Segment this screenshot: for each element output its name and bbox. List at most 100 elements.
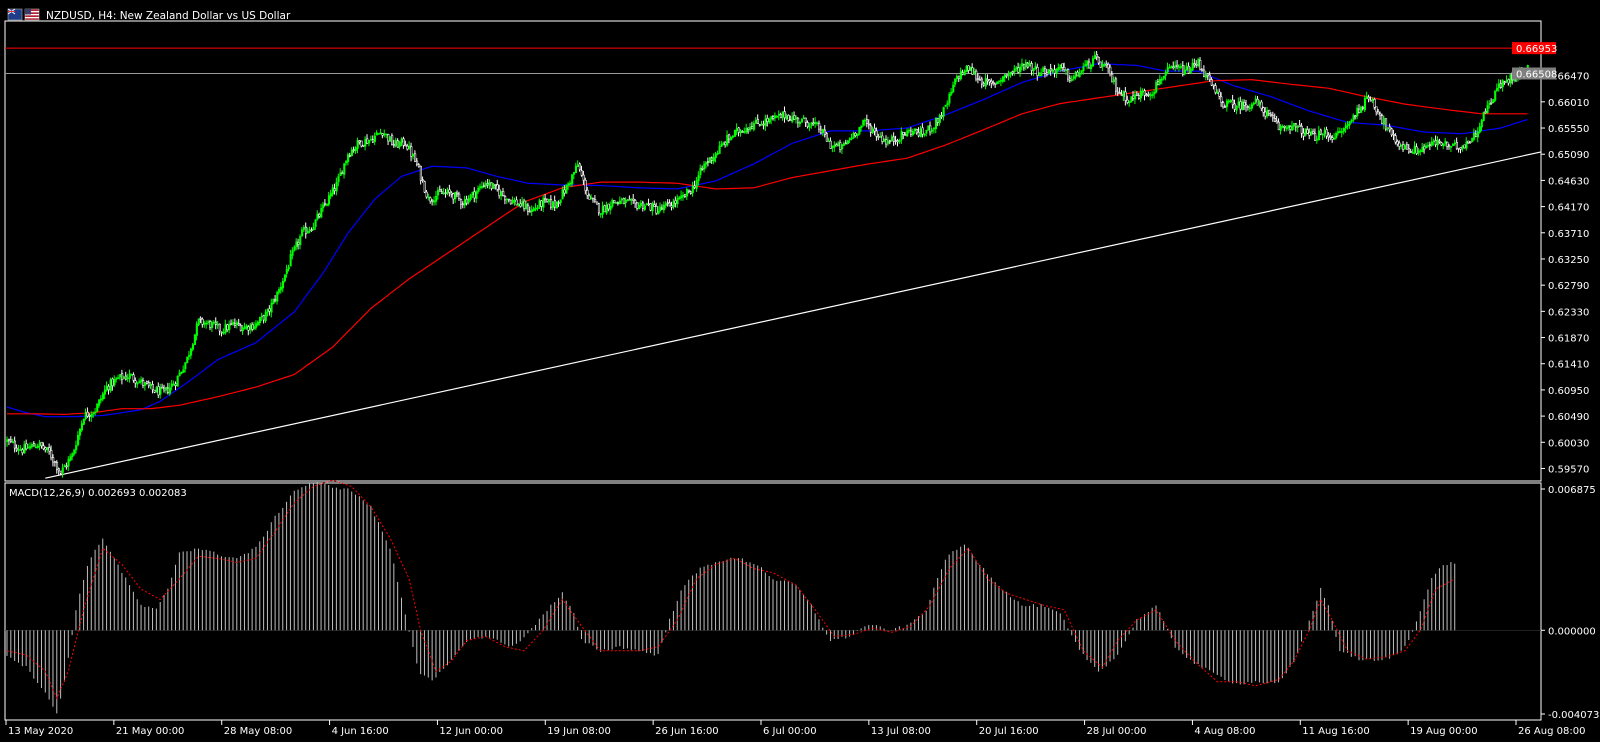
candle-body <box>777 113 781 116</box>
candle-body <box>569 182 572 185</box>
candle[interactable] <box>109 377 112 393</box>
candle[interactable] <box>846 140 849 145</box>
candle[interactable] <box>649 203 652 212</box>
candle[interactable] <box>176 375 179 387</box>
candle[interactable] <box>197 318 200 326</box>
candle-body <box>90 413 93 418</box>
candle-body <box>1193 63 1196 66</box>
candle-body <box>191 344 195 350</box>
candle-body <box>1327 134 1330 138</box>
candle-body <box>913 128 917 132</box>
candle-body <box>787 114 790 121</box>
candle[interactable] <box>1471 137 1474 143</box>
candle-body <box>1224 106 1227 108</box>
candle-body <box>814 121 817 124</box>
candle[interactable] <box>1130 96 1133 103</box>
candle-body <box>952 84 955 93</box>
candle-body <box>410 146 413 157</box>
candle[interactable] <box>622 197 625 205</box>
candle-body <box>52 457 55 463</box>
candle-body <box>663 204 666 211</box>
candle-body <box>1436 139 1439 146</box>
candle-body <box>1459 147 1462 150</box>
candle[interactable] <box>1494 89 1497 102</box>
candle[interactable] <box>603 204 606 213</box>
candle-body <box>184 362 187 370</box>
candle-body <box>1044 68 1047 74</box>
candle-body <box>940 115 943 118</box>
candle[interactable] <box>730 136 733 141</box>
candle[interactable] <box>733 129 737 137</box>
candle-body <box>1291 125 1294 131</box>
candle-body <box>213 321 216 324</box>
candle[interactable] <box>800 118 804 123</box>
candle-body <box>1080 70 1083 73</box>
candle[interactable] <box>509 199 512 205</box>
candle-body <box>21 449 24 454</box>
candle[interactable] <box>96 402 99 413</box>
candle-body <box>1457 147 1460 150</box>
candle-body <box>303 227 306 230</box>
candle-body <box>414 153 417 162</box>
candle-body <box>1007 74 1010 77</box>
candle-body <box>1124 91 1127 101</box>
candle-body <box>1241 101 1244 111</box>
candle[interactable] <box>969 66 972 72</box>
candle-body <box>461 203 465 206</box>
candle-body <box>358 140 361 143</box>
candle[interactable] <box>1099 61 1102 68</box>
candle-body <box>860 126 863 129</box>
candle[interactable] <box>787 114 790 122</box>
candle-body <box>1237 101 1240 106</box>
candle-body <box>1465 141 1468 149</box>
candle-body <box>731 135 735 138</box>
candle[interactable] <box>1482 111 1485 122</box>
candle[interactable] <box>555 201 558 209</box>
candle-body <box>624 199 627 204</box>
candle-body <box>46 447 49 450</box>
candle-body <box>1028 62 1031 67</box>
candle[interactable] <box>965 65 968 73</box>
candle-body <box>140 379 143 382</box>
candle-body <box>789 119 792 122</box>
candle-body <box>523 200 526 209</box>
candle[interactable] <box>1197 57 1200 68</box>
candle[interactable] <box>377 133 380 135</box>
candle-body <box>255 323 258 328</box>
candle[interactable] <box>423 180 426 194</box>
candle[interactable] <box>927 125 930 131</box>
candle[interactable] <box>565 183 568 194</box>
candle[interactable] <box>596 201 599 205</box>
candle[interactable] <box>858 126 861 136</box>
candle-body <box>197 318 200 326</box>
candle-body <box>975 70 978 80</box>
candle[interactable] <box>1492 99 1495 104</box>
candle[interactable] <box>82 418 85 426</box>
candle-body <box>1159 79 1162 85</box>
candle-body <box>260 315 263 318</box>
candle-body <box>1471 138 1474 143</box>
candle[interactable] <box>272 298 275 305</box>
candle[interactable] <box>1463 144 1466 149</box>
candle-body <box>528 210 532 213</box>
candle-body <box>500 191 503 197</box>
candle-body <box>452 193 455 200</box>
candle-body <box>421 179 424 181</box>
candle-body <box>1176 64 1179 68</box>
candle-body <box>138 381 141 384</box>
time-axis-label: 26 Jun 16:00 <box>655 726 719 737</box>
candle[interactable] <box>326 203 329 207</box>
candle[interactable] <box>193 334 196 345</box>
candle-body <box>262 314 265 321</box>
candle-body <box>236 322 239 326</box>
candle[interactable] <box>1385 118 1388 132</box>
candle-body <box>1199 60 1202 70</box>
candle[interactable] <box>389 136 392 142</box>
candle[interactable] <box>709 157 712 164</box>
candle[interactable] <box>186 356 189 364</box>
candle[interactable] <box>1047 69 1051 75</box>
candle-body <box>724 142 727 146</box>
candle-body <box>739 130 742 134</box>
candle[interactable] <box>1304 128 1307 137</box>
candle-body <box>957 75 961 80</box>
